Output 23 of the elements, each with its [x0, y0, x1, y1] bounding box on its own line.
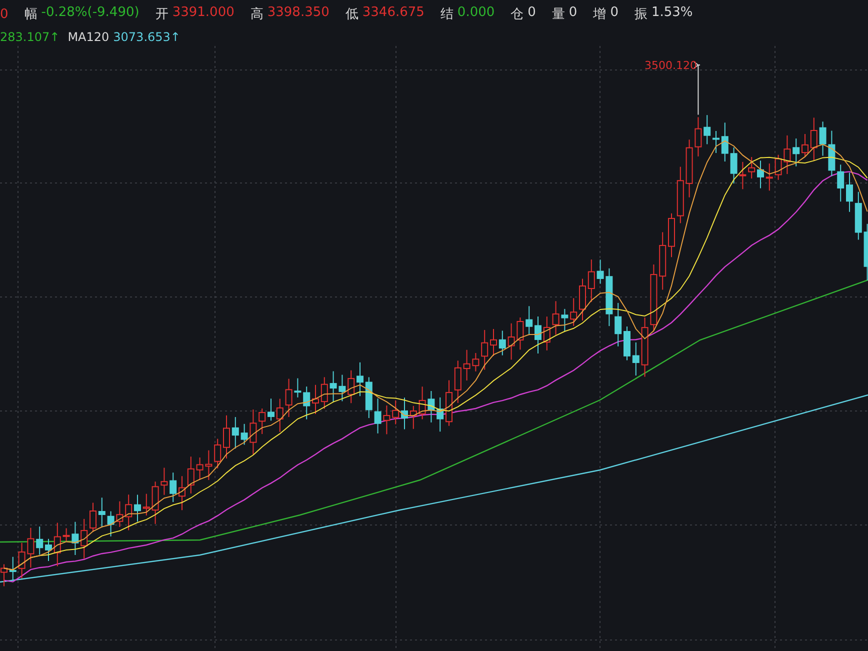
- field-label: MA120: [68, 30, 110, 44]
- field-value: 3073.653↑: [113, 30, 180, 44]
- field-label: 振: [634, 6, 648, 23]
- field-label: 结: [440, 6, 454, 23]
- field-value: 0.000: [457, 5, 495, 22]
- field-label: 开: [155, 6, 168, 23]
- field-value: 1.53%: [651, 5, 693, 22]
- peak-price-label: 3500.120: [644, 59, 697, 72]
- field-label: 高: [250, 6, 264, 23]
- field-value: 3391.000: [172, 5, 234, 22]
- field-value: 0: [0, 6, 8, 22]
- field-label: 量: [552, 6, 565, 23]
- field-label: 低: [345, 6, 358, 23]
- field-value: -0.28%(-9.490): [41, 5, 140, 22]
- field-label: 增: [593, 6, 606, 23]
- field-value: 0: [568, 5, 578, 22]
- field-label: 仓: [510, 6, 524, 23]
- field-value: 283.107↑: [0, 30, 60, 44]
- field-value: 3398.350: [267, 5, 330, 22]
- field-value: 3346.675: [362, 5, 424, 22]
- field-value: 0: [528, 5, 536, 22]
- field-value: 0: [610, 5, 618, 22]
- field-label: 幅: [24, 6, 38, 23]
